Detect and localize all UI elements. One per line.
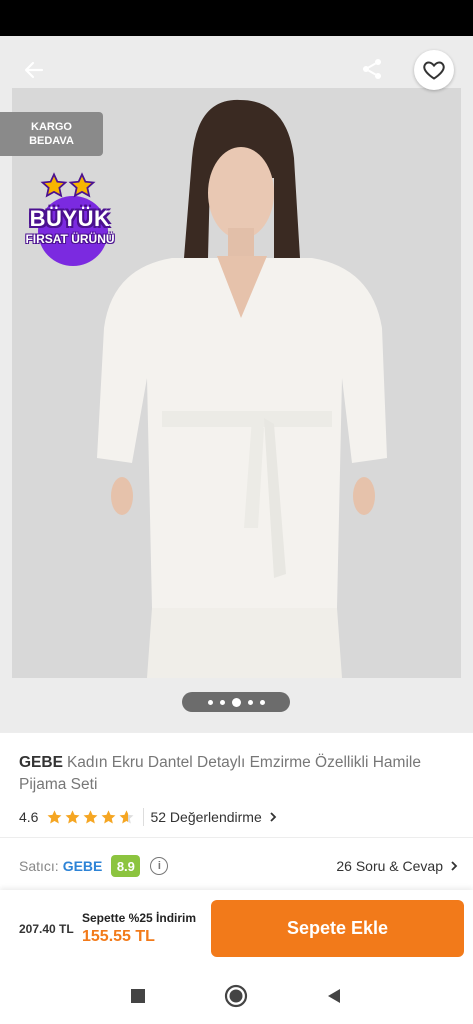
pager-dot[interactable]: [247, 699, 253, 705]
kargo-line2: BEDAVA: [29, 135, 74, 147]
heart-icon: [423, 61, 445, 80]
chevron-right-icon: [451, 861, 458, 871]
system-nav-bar: [0, 968, 473, 1024]
badge-subtitle: FIRSAT ÜRÜNÜ: [25, 232, 115, 246]
divider: [0, 732, 473, 733]
reviews-link[interactable]: 52 Değerlendirme: [150, 809, 277, 825]
rating-value: 4.6: [19, 809, 39, 825]
qa-label: 26 Soru & Cevap: [336, 858, 443, 874]
seller-label: Satıcı:: [19, 858, 59, 874]
kargo-line1: KARGO: [31, 121, 72, 133]
rating-separator: [143, 808, 145, 826]
nav-back-button[interactable]: [322, 984, 346, 1008]
nav-circle-icon: [224, 984, 248, 1008]
status-bar: [0, 0, 473, 36]
seller-name-link[interactable]: GEBE: [63, 858, 103, 874]
free-shipping-badge: KARGO BEDAVA: [0, 112, 103, 156]
product-brand[interactable]: GEBE: [19, 754, 63, 771]
big-opportunity-badge: BÜYÜK FIRSAT ÜRÜNÜ: [12, 170, 128, 274]
info-icon[interactable]: i: [150, 857, 169, 875]
rating-row: 4.6 52 Değerlendirme: [19, 806, 278, 828]
divider: [0, 837, 473, 838]
chevron-right-icon: [270, 812, 277, 822]
nav-home-button[interactable]: [224, 984, 248, 1008]
old-price: 207.40 TL: [19, 922, 74, 936]
promo-label: Sepette %25 İndirim: [82, 911, 197, 925]
product-name: Kadın Ekru Dantel Detaylı Emzirme Özelli…: [19, 754, 421, 793]
add-to-cart-button[interactable]: Sepete Ekle: [211, 900, 464, 957]
back-button[interactable]: [18, 54, 50, 86]
star-icon: [66, 809, 80, 823]
seller-row: Satıcı: GEBE 8.9 i 26 Soru & Cevap: [19, 853, 459, 879]
purchase-bar: 207.40 TL Sepette %25 İndirim 155.55 TL …: [0, 890, 473, 968]
pager-dot[interactable]: [259, 699, 265, 705]
nav-triangle-icon: [328, 989, 340, 1003]
gallery-pager[interactable]: [182, 692, 290, 712]
star-icon: [68, 172, 96, 198]
promo-price: 155.55 TL: [82, 928, 155, 945]
star-icon: [84, 809, 98, 823]
pager-dot-active[interactable]: [231, 697, 241, 707]
product-title: GEBE Kadın Ekru Dantel Detaylı Emzirme Öz…: [19, 752, 459, 796]
back-arrow-icon: [24, 61, 44, 79]
star-icon: [102, 809, 116, 823]
top-bar: [0, 36, 473, 100]
reviews-label: 52 Değerlendirme: [150, 809, 262, 825]
pager-dot[interactable]: [207, 699, 213, 705]
share-icon: [363, 59, 381, 79]
qa-link[interactable]: 26 Soru & Cevap: [336, 858, 459, 874]
star-icon: [48, 809, 62, 823]
pager-dot[interactable]: [219, 699, 225, 705]
nav-square-icon: [131, 989, 145, 1003]
share-button[interactable]: [356, 53, 388, 85]
badge-title: BÜYÜK: [29, 206, 111, 231]
seller-score-badge: 8.9: [111, 855, 141, 877]
rating-stars: [46, 809, 135, 826]
nav-recents-button[interactable]: [126, 984, 150, 1008]
star-icon: [40, 172, 68, 198]
favorite-button[interactable]: [414, 50, 454, 90]
product-gallery[interactable]: KARGO BEDAVA BÜYÜK FIRSAT ÜRÜNÜ: [0, 36, 473, 732]
star-icon: [120, 809, 134, 823]
